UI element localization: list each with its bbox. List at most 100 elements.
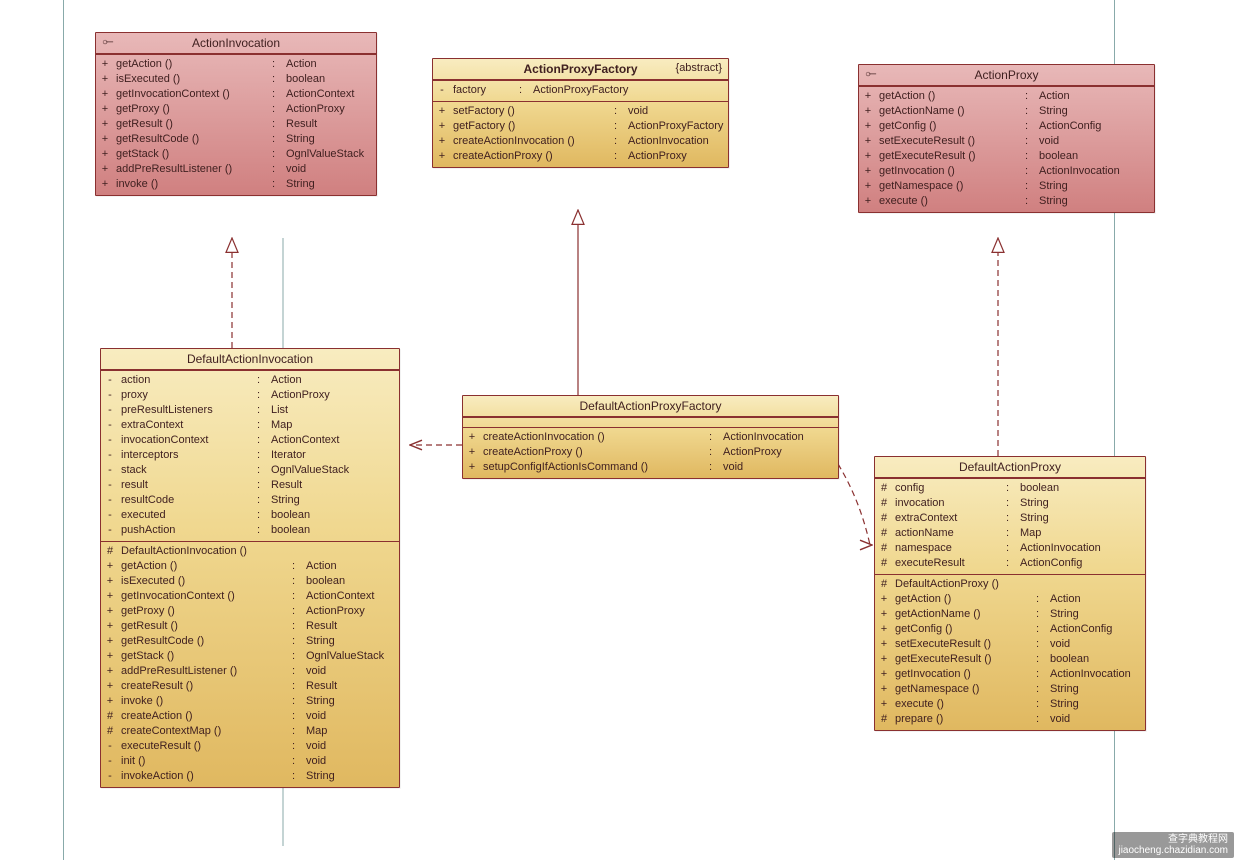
member-type: Result xyxy=(286,117,317,132)
member-name: setupConfigIfActionIsCommand () xyxy=(483,460,703,475)
member-type: OgnlValueStack xyxy=(271,463,349,478)
member-name: getInvocationContext () xyxy=(121,589,286,604)
visibility: + xyxy=(437,104,447,119)
member-row: +setFactory ():void xyxy=(437,104,724,119)
visibility: + xyxy=(100,57,110,72)
visibility: + xyxy=(105,679,115,694)
member-type: void xyxy=(306,664,326,679)
visibility: # xyxy=(879,526,889,541)
member-row: +setupConfigIfActionIsCommand ():void xyxy=(467,460,834,475)
member-row: +setExecuteResult ():void xyxy=(879,637,1141,652)
member-name: getActionName () xyxy=(879,104,1019,119)
visibility: + xyxy=(100,147,110,162)
member-name: getProxy () xyxy=(116,102,266,117)
member-row: +execute ():String xyxy=(879,697,1141,712)
class-defaultactionproxy: DefaultActionProxy #config:boolean#invoc… xyxy=(874,456,1146,731)
member-name: DefaultActionProxy () xyxy=(895,577,1030,592)
visibility: - xyxy=(105,754,115,769)
visibility: + xyxy=(105,694,115,709)
member-type: ActionContext xyxy=(271,433,339,448)
member-type: String xyxy=(1050,697,1079,712)
member-name: getFactory () xyxy=(453,119,608,134)
member-type: String xyxy=(271,493,300,508)
member-name: createActionProxy () xyxy=(483,445,703,460)
member-type: Iterator xyxy=(271,448,306,463)
member-type: boolean xyxy=(306,574,345,589)
visibility: + xyxy=(467,460,477,475)
member-name: getExecuteResult () xyxy=(895,652,1030,667)
visibility: + xyxy=(100,177,110,192)
visibility: # xyxy=(879,577,889,592)
member-type: String xyxy=(1039,104,1068,119)
member-row: +invoke ():String xyxy=(100,177,372,192)
member-row: #extraContext:String xyxy=(879,511,1141,526)
member-name: createActionProxy () xyxy=(453,149,608,164)
member-type: String xyxy=(1020,511,1049,526)
member-name: getNamespace () xyxy=(879,179,1019,194)
visibility: # xyxy=(879,481,889,496)
visibility: - xyxy=(105,433,115,448)
member-name: getResult () xyxy=(121,619,286,634)
member-row: +getInvocation ():ActionInvocation xyxy=(863,164,1150,179)
interface-icon: ○─ xyxy=(102,37,111,48)
member-type: void xyxy=(1050,712,1070,727)
attributes-compartment: -action:Action-proxy:ActionProxy-preResu… xyxy=(101,370,399,541)
member-type: String xyxy=(1039,194,1068,209)
member-row: +getNamespace ():String xyxy=(879,682,1141,697)
attributes-compartment: #config:boolean#invocation:String#extraC… xyxy=(875,478,1145,574)
visibility: + xyxy=(105,649,115,664)
visibility: + xyxy=(100,102,110,117)
member-type: String xyxy=(286,177,315,192)
member-type: Action xyxy=(1050,592,1081,607)
guide-line-left xyxy=(63,0,64,860)
member-name: extraContext xyxy=(895,511,1000,526)
member-row: +getStack ():OgnlValueStack xyxy=(105,649,395,664)
interface-icon: ○─ xyxy=(865,69,874,80)
member-name: isExecuted () xyxy=(116,72,266,87)
member-row: +execute ():String xyxy=(863,194,1150,209)
member-type: ActionProxyFactory xyxy=(533,83,628,98)
visibility: - xyxy=(105,463,115,478)
member-name: extraContext xyxy=(121,418,251,433)
member-name: invokeAction () xyxy=(121,769,286,784)
visibility: - xyxy=(105,523,115,538)
visibility: + xyxy=(437,119,447,134)
member-row: -factory:ActionProxyFactory xyxy=(437,83,724,98)
member-row: +getActionName ():String xyxy=(863,104,1150,119)
member-type: Map xyxy=(306,724,327,739)
member-row: -invokeAction ():String xyxy=(105,769,395,784)
member-name: executeResult xyxy=(895,556,1000,571)
methods-compartment: #DefaultActionInvocation ()+getAction ()… xyxy=(101,541,399,787)
member-type: void xyxy=(628,104,648,119)
member-row: # DefaultActionProxy () xyxy=(879,577,1141,592)
visibility: + xyxy=(100,162,110,177)
member-type: String xyxy=(306,694,335,709)
visibility: + xyxy=(863,179,873,194)
member-row: +getProxy ():ActionProxy xyxy=(100,102,372,117)
class-stereotype: {abstract} xyxy=(676,62,722,74)
member-row: +getStack ():OgnlValueStack xyxy=(100,147,372,162)
member-type: OgnlValueStack xyxy=(306,649,384,664)
class-title: ActionProxy xyxy=(974,68,1038,82)
member-type: ActionProxy xyxy=(286,102,345,117)
visibility: + xyxy=(437,134,447,149)
visibility: + xyxy=(437,149,447,164)
member-name: prepare () xyxy=(895,712,1030,727)
visibility: + xyxy=(879,622,889,637)
member-row: -resultCode:String xyxy=(105,493,395,508)
member-type: ActionInvocation xyxy=(628,134,709,149)
member-name: config xyxy=(895,481,1000,496)
member-type: void xyxy=(286,162,306,177)
member-row: +getConfig ():ActionConfig xyxy=(863,119,1150,134)
member-name: invoke () xyxy=(116,177,266,192)
watermark: 查字典教程网 jiaocheng.chazidian.com xyxy=(1112,832,1234,858)
visibility: + xyxy=(863,89,873,104)
member-type: Map xyxy=(271,418,292,433)
member-row: +getConfig ():ActionConfig xyxy=(879,622,1141,637)
visibility: + xyxy=(863,164,873,179)
member-name: getActionName () xyxy=(895,607,1030,622)
member-type: String xyxy=(1050,607,1079,622)
visibility: + xyxy=(100,132,110,147)
member-row: -preResultListeners:List xyxy=(105,403,395,418)
member-name: createActionInvocation () xyxy=(453,134,608,149)
